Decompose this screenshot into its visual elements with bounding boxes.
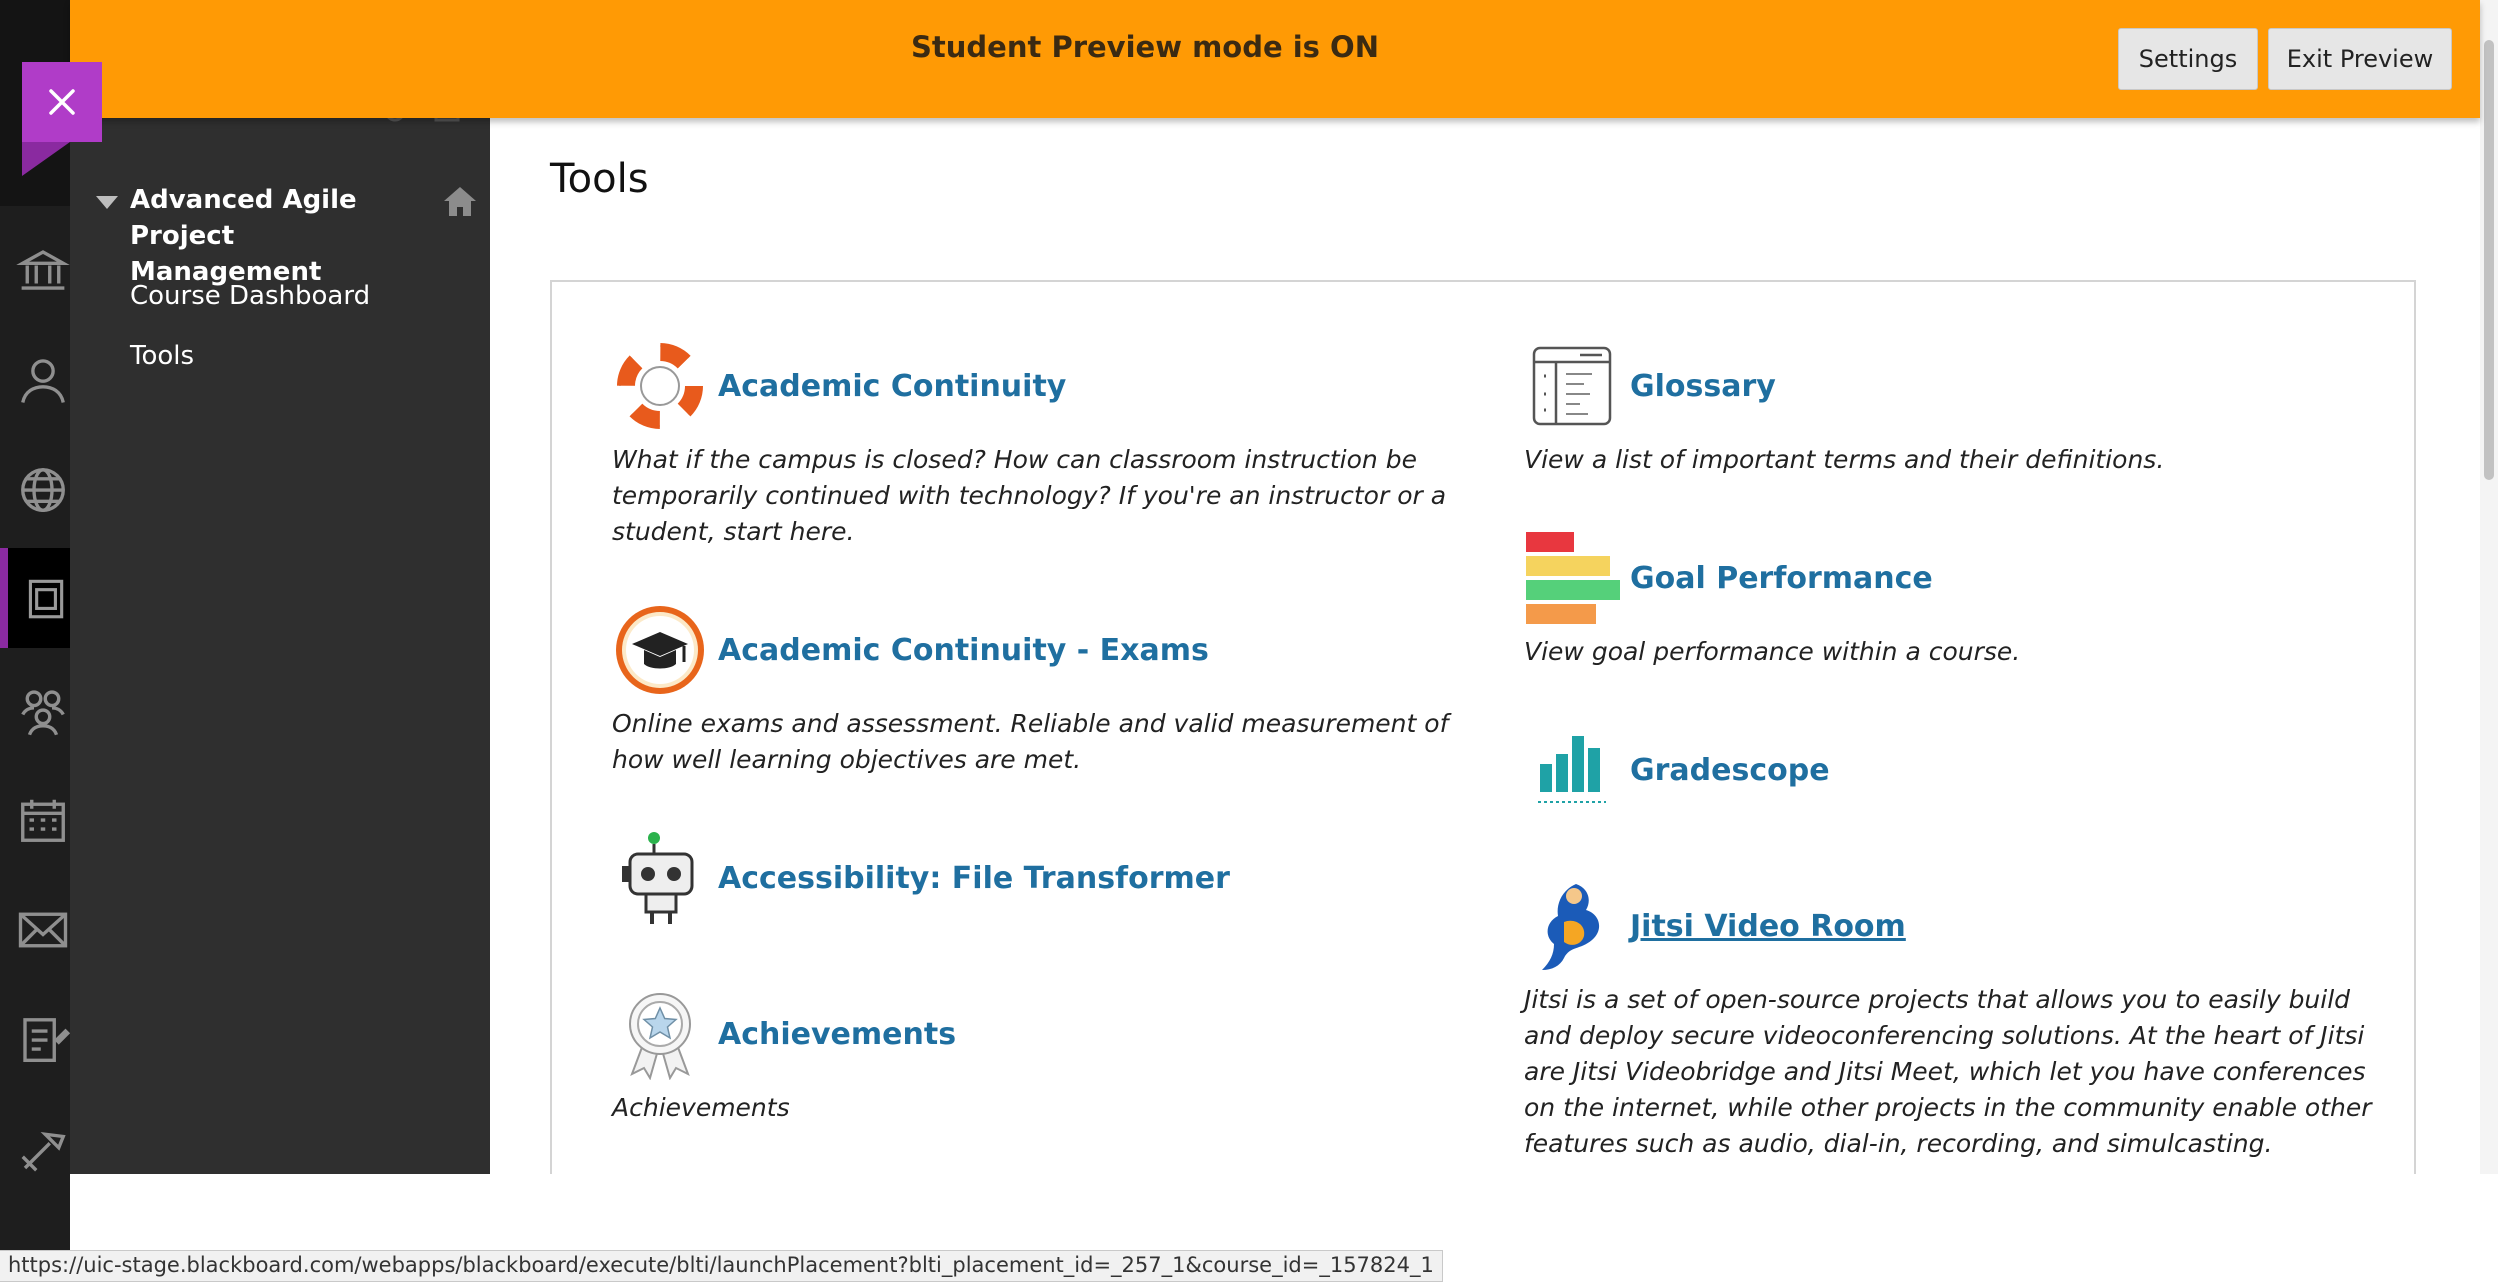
navigation-rail xyxy=(0,0,70,1282)
tool-academic-continuity: Academic Continuity What if the campus i… xyxy=(612,338,1472,550)
tool-description: What if the campus is closed? How can cl… xyxy=(612,445,1447,546)
link-status-bar: https://uic-stage.blackboard.com/webapps… xyxy=(0,1250,1443,1282)
groups-icon[interactable] xyxy=(0,660,70,760)
tool-goal-performance: Goal Performance View goal performance w… xyxy=(1524,530,2384,670)
vertical-scrollbar[interactable] xyxy=(2480,0,2498,1174)
tool-jitsi-video-room: Jitsi Video Room Jitsi is a set of open-… xyxy=(1524,878,2384,1162)
globe-icon[interactable] xyxy=(0,440,70,540)
user-icon[interactable] xyxy=(0,330,70,430)
scrollbar-thumb[interactable] xyxy=(2484,40,2494,480)
tool-link[interactable]: Gradescope xyxy=(1630,753,1830,788)
tool-link[interactable]: Accessibility: File Transformer xyxy=(718,861,1230,896)
tool-academic-continuity-exams: Academic Continuity - Exams Online exams… xyxy=(612,602,1472,778)
menu-item-course-dashboard[interactable]: Course Dashboard xyxy=(130,278,370,314)
institution-icon[interactable] xyxy=(0,220,70,320)
course-title[interactable]: Advanced Agile Project Management xyxy=(130,182,430,290)
exit-preview-button[interactable]: Exit Preview xyxy=(2268,28,2452,90)
tool-description: Jitsi is a set of open-source projects t… xyxy=(1524,985,2372,1158)
tool-link[interactable]: Achievements xyxy=(718,1017,956,1052)
tools-panel: Academic Continuity What if the campus i… xyxy=(550,280,2416,1200)
courses-icon[interactable] xyxy=(0,548,70,648)
tool-description: Achievements xyxy=(612,1093,790,1122)
graduation-cap-icon xyxy=(612,602,708,698)
tool-glossary: Glossary View a list of important terms … xyxy=(1524,338,2384,478)
tool-achievements: Achievements Achievements xyxy=(612,986,1472,1126)
tool-link[interactable]: Glossary xyxy=(1630,369,1776,404)
course-menu: Advanced Agile Project Management Course… xyxy=(70,0,490,1174)
award-ribbon-icon xyxy=(612,986,708,1082)
close-preview-button[interactable] xyxy=(22,62,102,176)
student-preview-banner: Student Preview mode is ON Settings Exit… xyxy=(70,0,2480,118)
tool-link[interactable]: Academic Continuity xyxy=(718,369,1066,404)
collapse-caret-icon[interactable] xyxy=(96,196,118,209)
tool-link[interactable]: Jitsi Video Room xyxy=(1630,909,1906,944)
menu-item-tools[interactable]: Tools xyxy=(130,338,194,374)
tool-description: Online exams and assessment. Reliable an… xyxy=(612,709,1449,774)
life-ring-icon xyxy=(612,338,708,434)
jitsi-icon xyxy=(1524,878,1620,974)
mail-icon[interactable] xyxy=(0,880,70,980)
tool-description: View a list of important terms and their… xyxy=(1524,445,2165,474)
calendar-icon[interactable] xyxy=(0,770,70,870)
robot-icon xyxy=(612,830,708,926)
gradescope-icon xyxy=(1524,722,1620,818)
tool-link[interactable]: Goal Performance xyxy=(1630,561,1933,596)
goal-bars-icon xyxy=(1524,530,1620,626)
page-title: Tools xyxy=(550,156,649,202)
glossary-icon xyxy=(1524,338,1620,434)
grades-icon[interactable] xyxy=(0,990,70,1090)
tool-gradescope: Gradescope xyxy=(1524,722,2384,818)
home-icon[interactable] xyxy=(442,184,478,218)
tool-link[interactable]: Academic Continuity - Exams xyxy=(718,633,1209,668)
tool-accessibility-file-transformer: Accessibility: File Transformer xyxy=(612,830,1472,926)
tool-description: View goal performance within a course. xyxy=(1524,637,2021,666)
tools-icon[interactable] xyxy=(0,1100,70,1200)
main-content: Tools Academic Continuity What if the ca… xyxy=(490,118,2480,1200)
close-icon xyxy=(49,89,75,115)
settings-button[interactable]: Settings xyxy=(2118,28,2258,90)
